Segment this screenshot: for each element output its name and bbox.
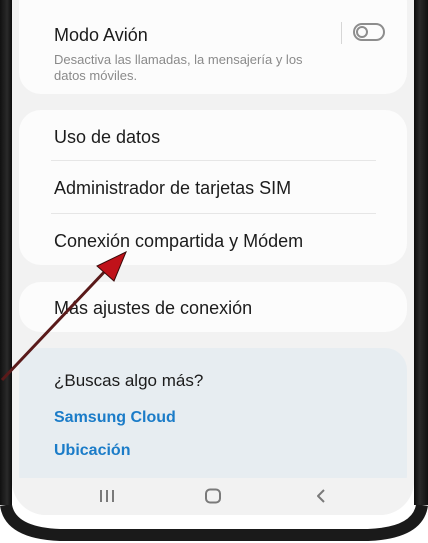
phone-frame: Modo Avión Desactiva las llamadas, la me…: [0, 0, 428, 543]
annotation-arrow: [0, 250, 127, 382]
